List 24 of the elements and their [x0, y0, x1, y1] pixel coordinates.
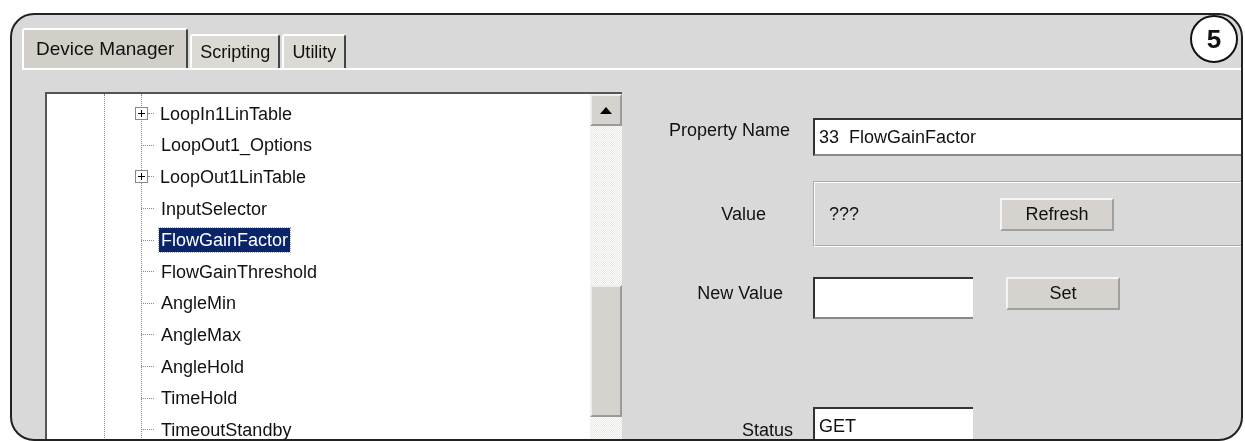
refresh-button[interactable]: Refresh	[1000, 197, 1114, 231]
tree-item[interactable]: AngleMax	[159, 322, 244, 347]
tree-item[interactable]: TimeoutStandby	[159, 417, 294, 439]
tab[interactable]: Utility	[282, 34, 347, 68]
tree-item[interactable]: LoopIn1LinTable	[158, 101, 295, 126]
status-field[interactable]: GET	[813, 407, 973, 439]
tree-item[interactable]: InputSelector	[159, 196, 270, 221]
field-label: Status	[741, 419, 793, 439]
field-label: New Value	[697, 283, 783, 304]
tree-item[interactable]: FlowGainThreshold	[159, 259, 320, 284]
tree-item[interactable]: LoopOut1LinTable	[158, 165, 309, 189]
tab[interactable]: Scripting	[190, 34, 281, 68]
step-badge: 5	[1190, 15, 1238, 63]
field-label: Property Name	[668, 120, 790, 142]
tree-item[interactable]: TimeHold	[159, 386, 240, 411]
tree-item[interactable]: LoopOut1_Options	[159, 133, 315, 158]
property-name-field[interactable]: 33 FlowGainFactor	[813, 118, 1241, 156]
field-label: Value	[721, 203, 766, 225]
set-button[interactable]: Set	[1006, 277, 1120, 310]
value-text: ???	[828, 203, 861, 225]
tree-item[interactable]: FlowGainFactor	[159, 228, 291, 253]
tree-item[interactable]: AngleMin	[159, 291, 239, 316]
tree-item[interactable]: AngleHold	[159, 354, 247, 379]
tab[interactable]: Device Manager	[22, 28, 189, 68]
